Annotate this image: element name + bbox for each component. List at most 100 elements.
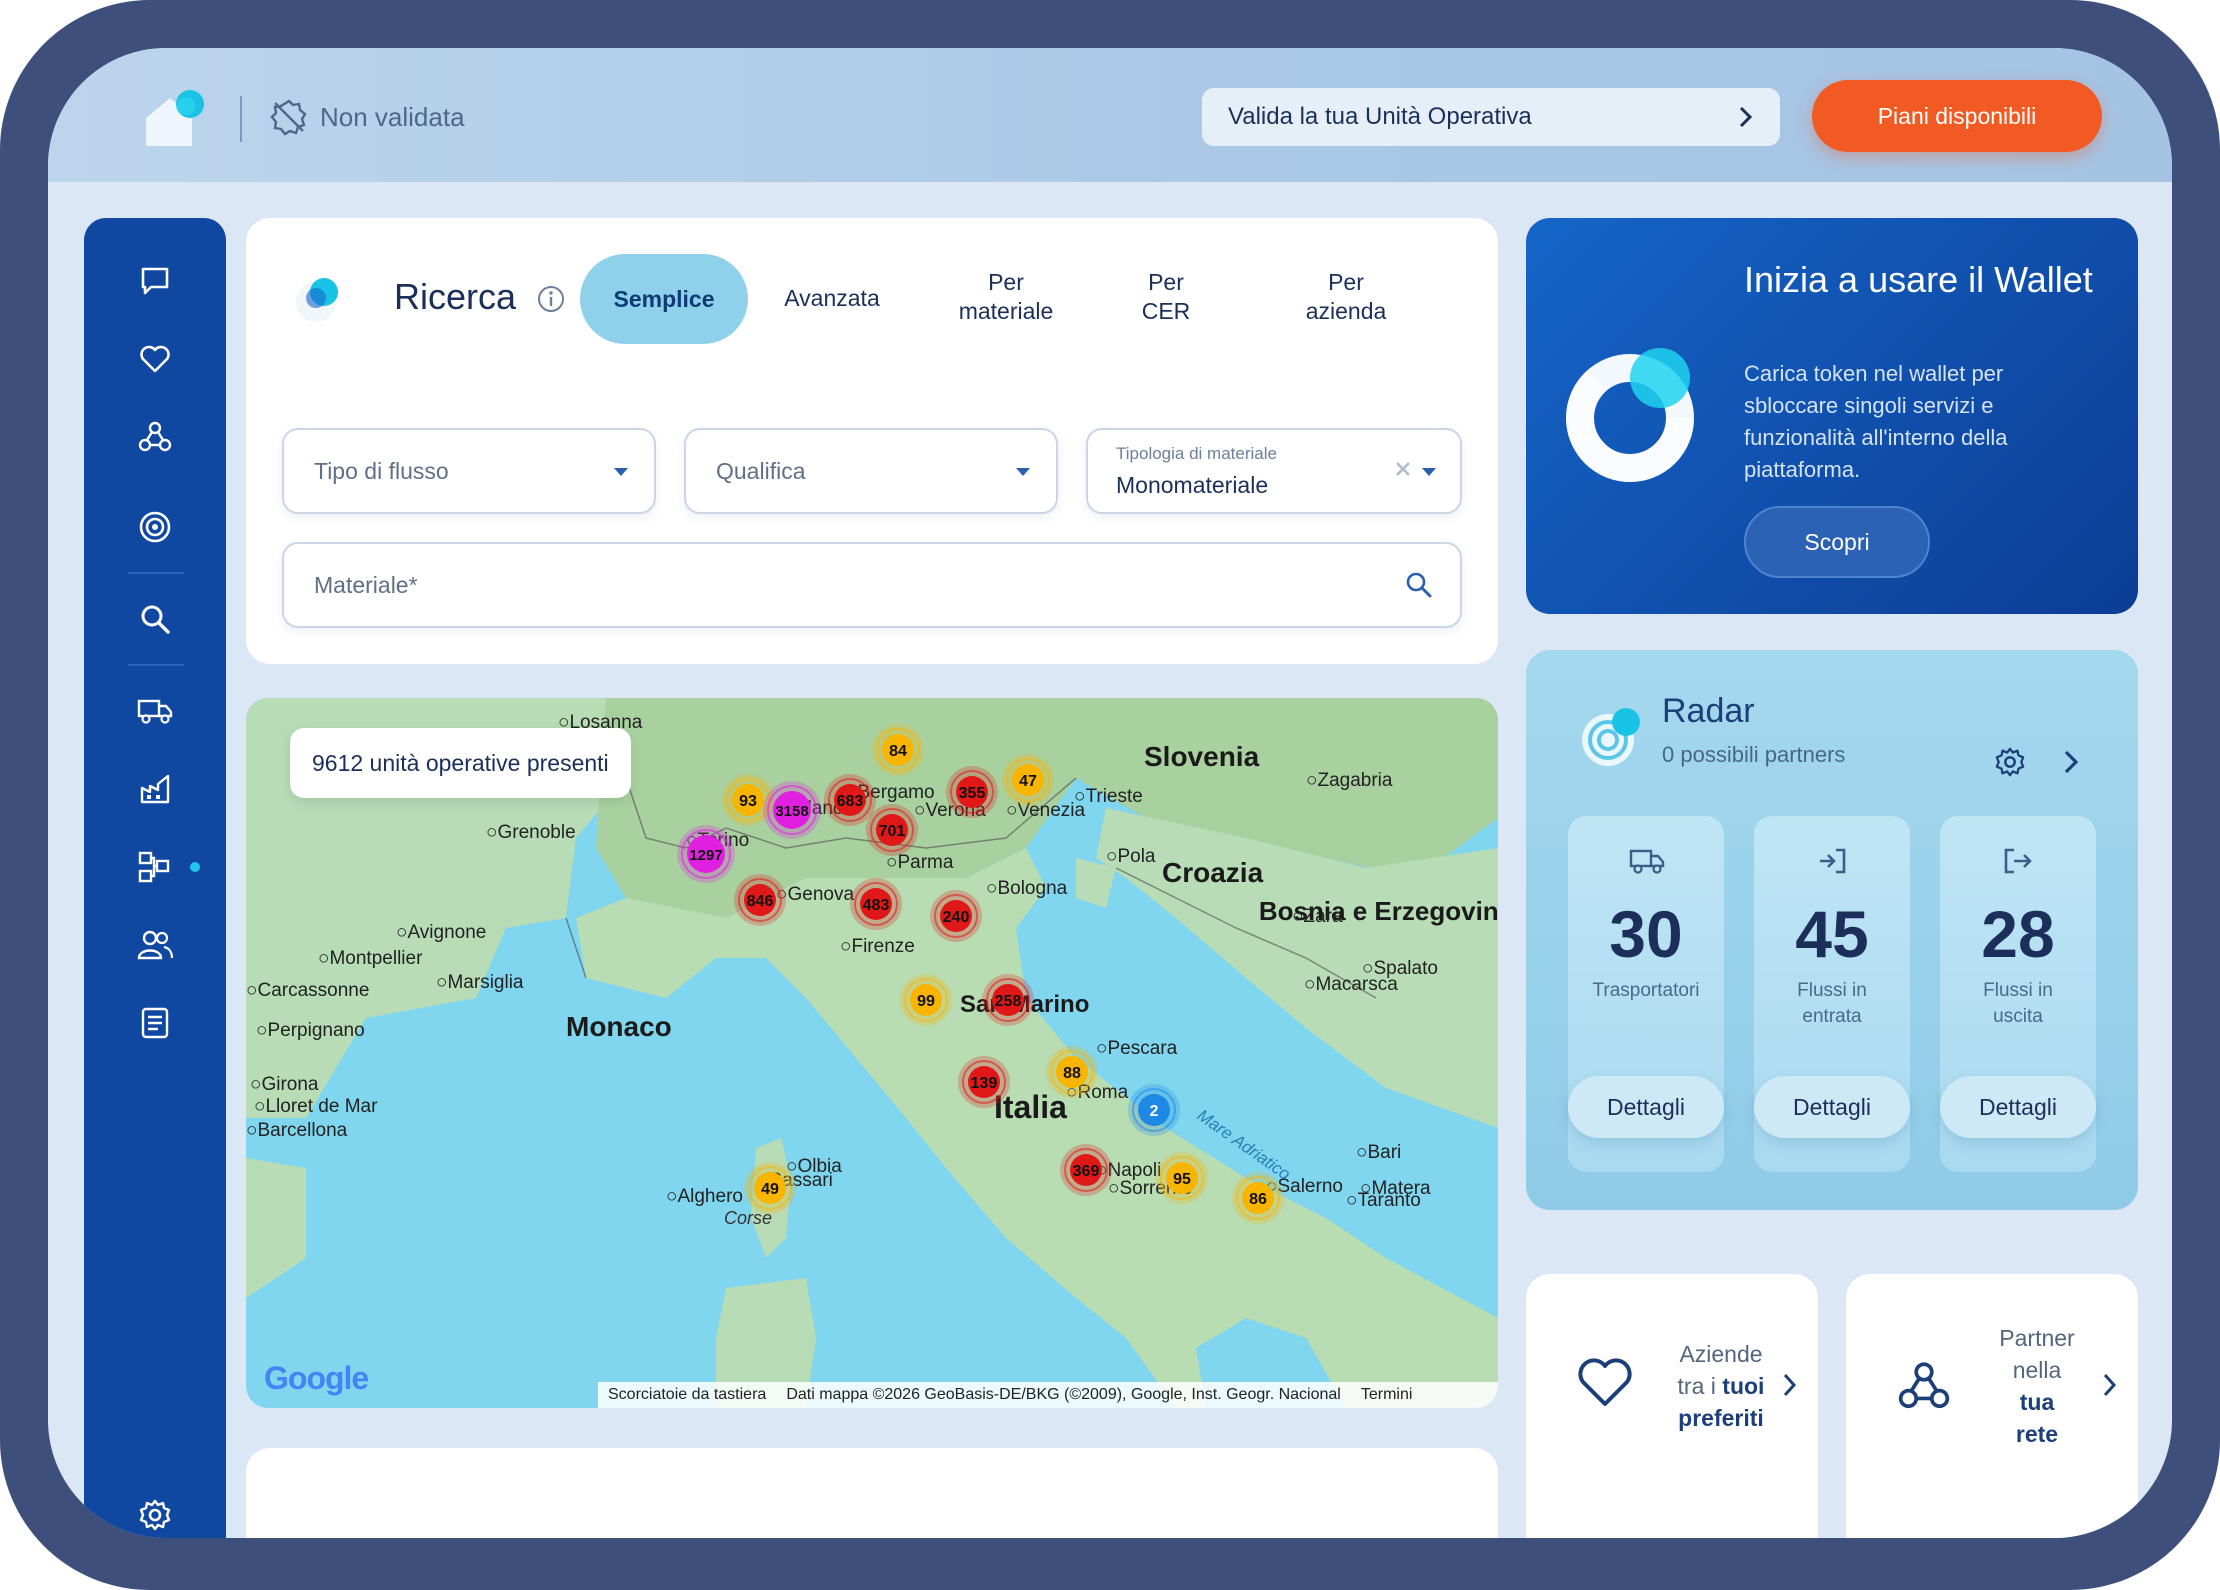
map-cluster-marker[interactable]: 1297 <box>677 825 735 883</box>
radar-settings-icon[interactable] <box>1994 746 2026 778</box>
cluster-count: 93 <box>739 793 757 810</box>
validate-unit-label: Valida la tua Unità Operativa <box>1228 103 1532 130</box>
app-logo-icon[interactable] <box>140 88 210 150</box>
units-present-badge: 9612 unità operative presenti <box>290 728 631 798</box>
map-cluster-marker[interactable]: 2 <box>1128 1084 1180 1136</box>
details-button[interactable]: Dettagli <box>1754 1076 1910 1138</box>
cluster-count: 88 <box>1063 1065 1081 1082</box>
map-cluster-marker[interactable]: 95 <box>1156 1152 1208 1204</box>
terms-link[interactable]: Termini <box>1361 1386 1413 1404</box>
cluster-count: 683 <box>837 793 864 810</box>
chevron-right-icon[interactable] <box>2062 748 2080 776</box>
wallet-title: Inizia a usare il Wallet <box>1744 259 2093 300</box>
city-label: ○Macarsca <box>1304 974 1398 995</box>
city-label: ○Avignone <box>396 922 486 943</box>
city-label: ○Zara <box>1292 906 1343 927</box>
material-placeholder: Materiale* <box>314 572 418 598</box>
map-cluster-marker[interactable]: 355 <box>946 766 998 818</box>
details-button[interactable]: Dettagli <box>1940 1076 2096 1138</box>
details-button[interactable]: Dettagli <box>1568 1076 1724 1138</box>
country-label: Croazia <box>1162 857 1264 888</box>
stat-value: 30 <box>1609 897 1683 971</box>
chat-icon[interactable] <box>128 254 182 308</box>
tab-per-azienda[interactable]: Per azienda <box>1286 268 1406 326</box>
users-icon[interactable] <box>128 918 182 972</box>
tab-per-cer[interactable]: Per CER <box>1126 268 1206 326</box>
map-cluster-marker[interactable]: 49 <box>744 1162 796 1214</box>
stat-outbound-flows: 28 Flussi in uscita Dettagli <box>1940 816 2096 1172</box>
map-canvas[interactable]: Mare Adriatico Slovenia Croazia Bosnia e… <box>246 698 1498 1408</box>
cluster-count: 86 <box>1249 1191 1267 1208</box>
wallet-ring-icon <box>1566 348 1694 482</box>
truck-icon[interactable] <box>128 684 182 738</box>
cluster-count: 240 <box>943 909 970 926</box>
plans-button[interactable]: Piani disponibili <box>1812 80 2102 152</box>
map-cluster-marker[interactable]: 88 <box>1046 1046 1098 1098</box>
map-panel[interactable]: Mare Adriatico Slovenia Croazia Bosnia e… <box>246 698 1498 1408</box>
info-icon[interactable] <box>536 284 566 314</box>
keyboard-shortcuts-link[interactable]: Scorciatoie da tastiera <box>608 1386 766 1404</box>
cluster-count: 369 <box>1073 1163 1100 1180</box>
map-cluster-marker[interactable]: 683 <box>824 774 876 826</box>
search-icon[interactable] <box>1404 570 1434 600</box>
network-icon[interactable] <box>128 410 182 464</box>
search-icon[interactable] <box>128 592 182 646</box>
stat-label: Trasportatori <box>1592 980 1700 1001</box>
map-cluster-marker[interactable]: 86 <box>1232 1172 1284 1224</box>
radar-card: Radar 0 possibili partners 30 Trasportat… <box>1526 650 2138 1210</box>
flow-type-placeholder: Tipo di flusso <box>314 458 449 484</box>
radar-icon[interactable] <box>128 500 182 554</box>
tab-per-materiale[interactable]: Per materiale <box>936 268 1076 326</box>
partners-label: Partner nella tua rete <box>1999 1325 2075 1447</box>
tab-semplice[interactable]: Semplice <box>580 254 748 344</box>
map-cluster-marker[interactable]: 846 <box>734 874 786 926</box>
city-label: ○Perpignano <box>256 1020 365 1041</box>
bottom-panel <box>246 1448 1498 1538</box>
discover-button[interactable]: Scopri <box>1744 506 1930 578</box>
cluster-count: 483 <box>863 897 890 914</box>
map-cluster-marker[interactable]: 258 <box>982 974 1034 1026</box>
validation-status: Non validata <box>270 98 465 136</box>
cluster-count: 95 <box>1173 1171 1191 1188</box>
flow-type-select[interactable]: Tipo di flusso <box>282 428 656 514</box>
map-cluster-marker[interactable]: 47 <box>1002 754 1054 806</box>
material-type-label: Tipologia di materiale <box>1116 444 1277 463</box>
sidebar-separator <box>128 664 184 666</box>
map-cluster-marker[interactable]: 701 <box>866 804 918 856</box>
flow-icon[interactable] <box>128 840 182 894</box>
stat-transporters: 30 Trasportatori Dettagli <box>1568 816 1724 1172</box>
tab-avanzata[interactable]: Avanzata <box>772 284 892 313</box>
city-label: ○Marsiglia <box>436 972 524 993</box>
cluster-count: 1297 <box>689 847 722 864</box>
radar-subtitle: 0 possibili partners <box>1662 742 1846 767</box>
document-icon[interactable] <box>128 996 182 1050</box>
city-label: ○Pescara <box>1096 1038 1178 1059</box>
map-cluster-marker[interactable]: 3158 <box>763 781 821 839</box>
map-cluster-marker[interactable]: 369 <box>1060 1144 1112 1196</box>
city-label: ○Alghero <box>666 1186 743 1207</box>
material-type-select[interactable]: Tipologia di materiale Monomateriale <box>1086 428 1462 514</box>
city-label: ○Montpellier <box>318 948 423 969</box>
clear-icon[interactable] <box>1394 460 1412 478</box>
map-cluster-marker[interactable]: 84 <box>872 724 924 776</box>
chevron-down-icon <box>1016 468 1030 476</box>
wallet-card: Inizia a usare il Wallet Carica token ne… <box>1526 218 2138 614</box>
factory-icon[interactable] <box>128 762 182 816</box>
settings-icon[interactable] <box>128 1488 182 1538</box>
qualification-select[interactable]: Qualifica <box>684 428 1058 514</box>
cluster-count: 2 <box>1150 1103 1159 1120</box>
map-cluster-marker[interactable]: 99 <box>900 974 952 1026</box>
wallet-description: Carica token nel wallet per sbloccare si… <box>1744 361 2008 482</box>
map-cluster-marker[interactable]: 139 <box>958 1056 1010 1108</box>
material-type-value: Monomateriale <box>1116 472 1269 498</box>
map-cluster-marker[interactable]: 483 <box>850 878 902 930</box>
favorites-card[interactable]: Aziende tra i tuoi preferiti <box>1526 1274 1818 1538</box>
map-cluster-marker[interactable]: 240 <box>930 890 982 942</box>
heart-icon[interactable] <box>128 332 182 386</box>
material-search-input[interactable]: Materiale* <box>282 542 1462 628</box>
partners-card[interactable]: Partner nella tua rete <box>1846 1274 2138 1538</box>
chevron-right-icon <box>1783 1373 1797 1397</box>
validate-unit-button[interactable]: Valida la tua Unità Operativa <box>1202 88 1780 146</box>
city-label: ○Lloret de Mar <box>254 1096 378 1117</box>
cluster-count: 49 <box>761 1181 779 1198</box>
